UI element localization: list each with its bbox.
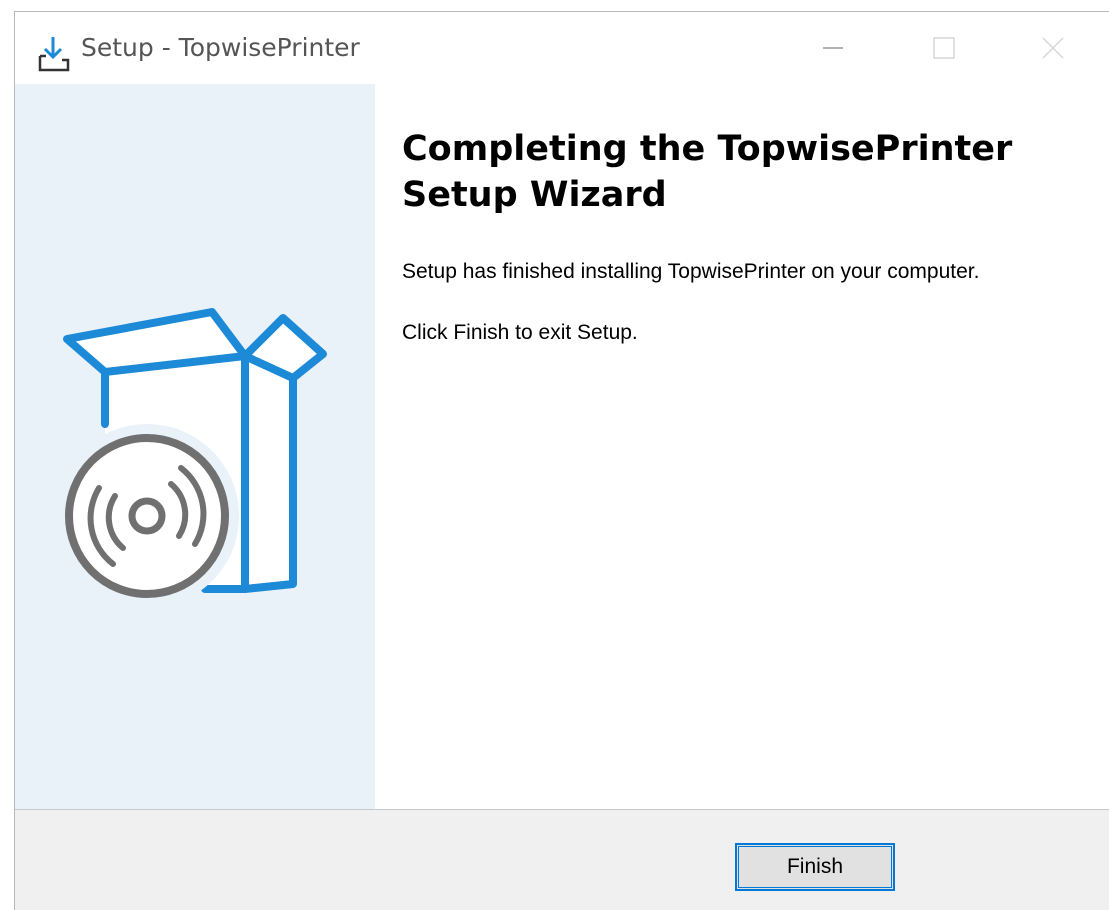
wizard-heading: Completing the TopwisePrinter Setup Wiza… [402,129,1013,215]
finish-button[interactable]: Finish [735,843,895,891]
wizard-content: Completing the TopwisePrinter Setup Wiza… [402,126,1092,348]
title-bar[interactable]: Setup - TopwisePrinter [15,12,1109,84]
software-box-disc-icon [55,308,327,604]
maximize-icon[interactable] [917,22,977,74]
setup-download-icon [38,37,70,72]
setup-window: Setup - TopwisePrinter Completing the To… [14,11,1109,910]
finished-message: Setup has finished installing TopwisePri… [402,260,980,283]
close-icon[interactable] [1023,22,1083,74]
wizard-footer: Finish [15,809,1109,910]
minimize-icon[interactable] [803,22,863,74]
window-title: Setup - TopwisePrinter [81,33,360,62]
exit-instruction: Click Finish to exit Setup. [402,321,638,344]
wizard-side-panel [15,84,375,809]
